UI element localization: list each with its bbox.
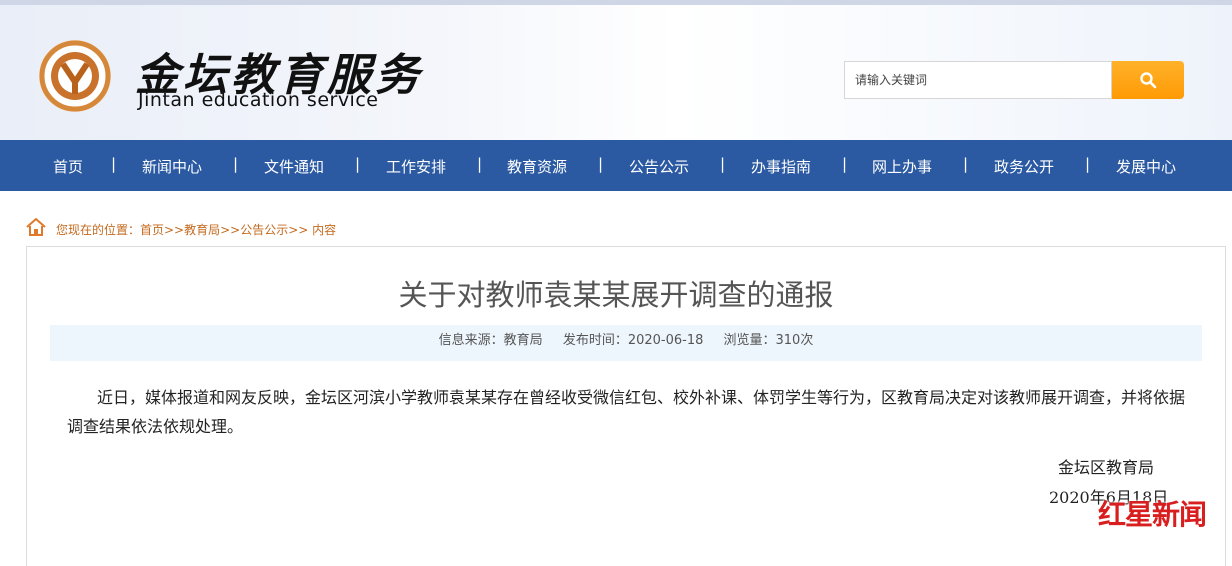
nav-item-gov-affairs[interactable]: 政务公开	[994, 156, 1054, 177]
nav-separator: |	[111, 155, 117, 173]
breadcrumb[interactable]: 您现在的位置：首页>>教育局>>公告公示>> 内容	[56, 221, 336, 238]
nav-item-notices[interactable]: 文件通知	[264, 156, 324, 177]
nav-item-news[interactable]: 新闻中心	[142, 156, 202, 177]
nav-item-development[interactable]: 发展中心	[1116, 156, 1176, 177]
article-views: 浏览量：310次	[723, 333, 814, 348]
article-meta: 信息来源：教育局 发布时间：2020-06-18 浏览量：310次	[50, 325, 1202, 361]
site-logo-emblem[interactable]	[37, 38, 113, 114]
nav-separator: |	[720, 155, 726, 173]
site-header: 金坛教育服务 Jintan education service	[0, 0, 1232, 140]
nav-item-announcements[interactable]: 公告公示	[629, 156, 689, 177]
main-nav: 首页 | 新闻中心 | 文件通知 | 工作安排 | 教育资源 | 公告公示 | …	[0, 140, 1232, 191]
nav-item-guide[interactable]: 办事指南	[751, 156, 811, 177]
search-button[interactable]	[1112, 61, 1184, 99]
nav-item-home[interactable]: 首页	[53, 156, 83, 177]
article-source: 信息来源：教育局	[438, 333, 543, 348]
site-logo-subtitle: Jintan education service	[138, 89, 379, 111]
search-icon	[1140, 72, 1157, 89]
nav-item-work-plan[interactable]: 工作安排	[386, 156, 446, 177]
nav-separator: |	[1085, 155, 1091, 173]
nav-separator: |	[842, 155, 848, 173]
watermark-logo: 红星新闻	[1098, 498, 1207, 531]
nav-separator: |	[963, 155, 969, 173]
nav-separator: |	[477, 155, 483, 173]
article-title: 关于对教师袁某某展开调查的通报	[398, 278, 834, 312]
signature-org: 金坛区教育局	[1058, 458, 1155, 477]
article-date: 发布时间：2020-06-18	[562, 333, 704, 348]
nav-item-resources[interactable]: 教育资源	[507, 156, 567, 177]
home-icon	[26, 218, 46, 236]
search-input[interactable]	[844, 61, 1112, 99]
nav-separator: |	[598, 155, 604, 173]
nav-separator: |	[355, 155, 361, 173]
nav-item-online-service[interactable]: 网上办事	[872, 156, 932, 177]
article-body: 近日，媒体报道和网友反映，金坛区河滨小学教师袁某某存在曾经收受微信红包、校外补课…	[67, 388, 1186, 436]
nav-separator: |	[233, 155, 239, 173]
